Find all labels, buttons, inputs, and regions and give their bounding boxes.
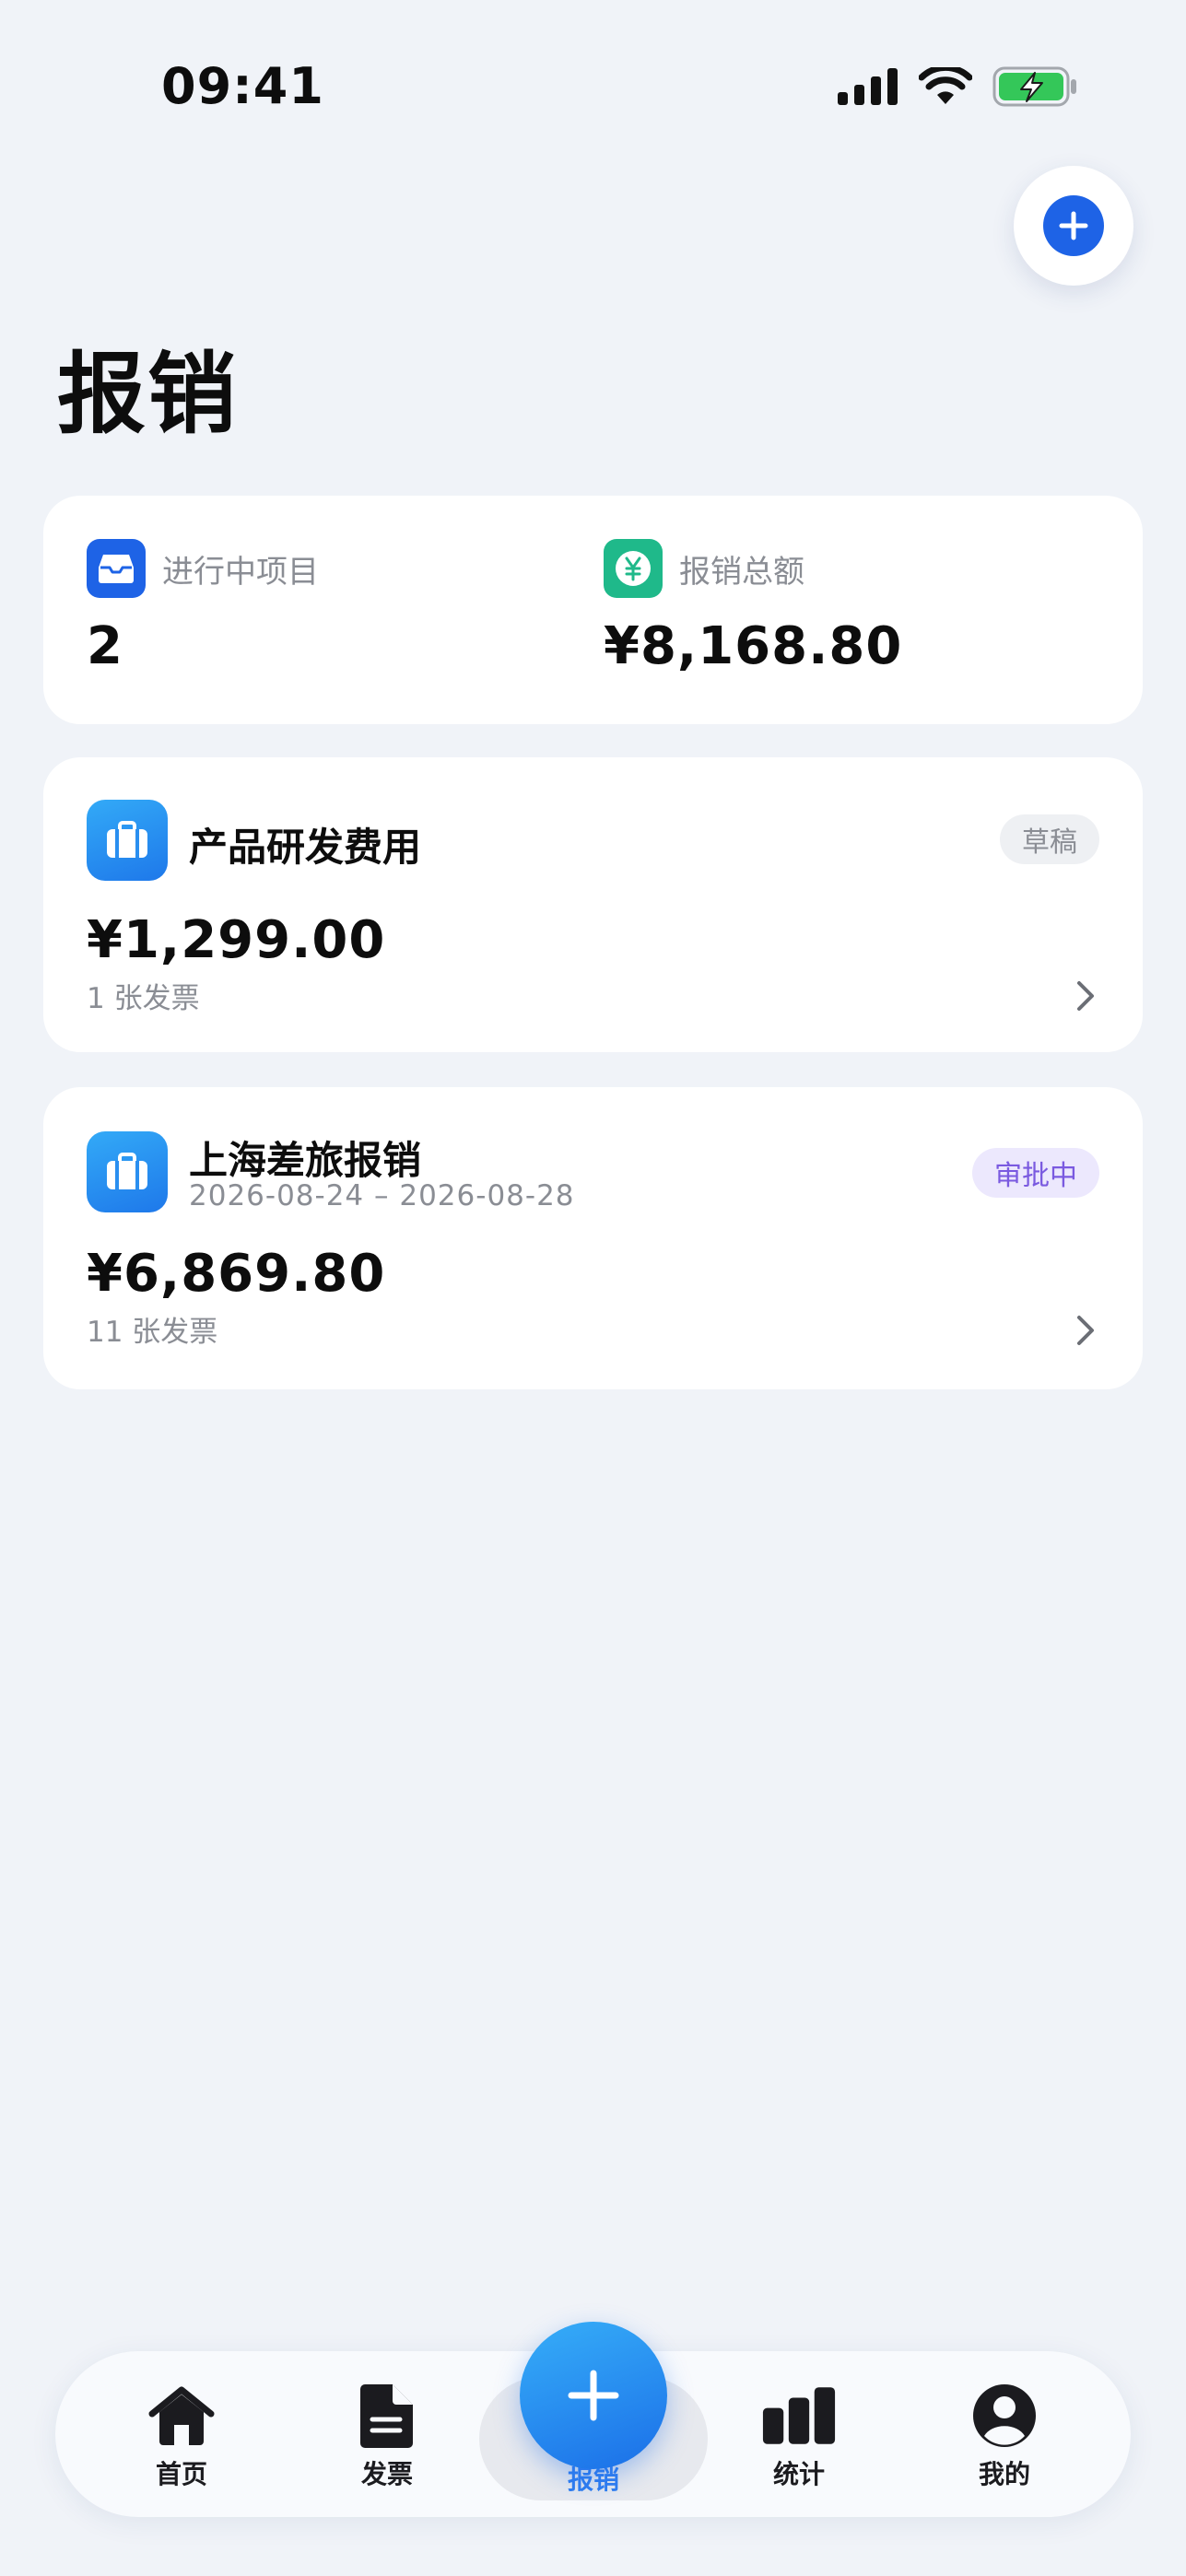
add-project-button[interactable] <box>1014 166 1133 286</box>
battery-charging-icon <box>992 66 1076 107</box>
project-name: 上海差旅报销 <box>189 1138 422 1183</box>
briefcase-icon <box>87 1131 168 1212</box>
summary-card: 进行中项目 2 报销总额 ¥8,168.80 <box>43 496 1143 724</box>
status-badge: 草稿 <box>1000 814 1099 864</box>
summary-in-progress: 进行中项目 2 <box>87 539 319 676</box>
briefcase-icon <box>87 800 168 881</box>
project-name: 产品研发费用 <box>189 825 422 870</box>
tab-invoices[interactable]: 发票 <box>313 2351 461 2517</box>
status-bar: 09:41 <box>0 0 1186 175</box>
tab-label: 首页 <box>155 2459 207 2489</box>
project-card[interactable]: 产品研发费用 草稿 ¥1,299.00 1 张发票 <box>43 757 1143 1052</box>
tab-home[interactable]: 首页 <box>108 2351 255 2517</box>
tab-label: 发票 <box>360 2459 413 2489</box>
plus-icon <box>568 2370 619 2421</box>
document-icon <box>350 2383 424 2449</box>
status-time: 09:41 <box>161 57 324 115</box>
invoice-count: 11 张发票 <box>87 1316 218 1349</box>
summary-total-value: ¥8,168.80 <box>604 616 903 676</box>
house-icon <box>145 2383 218 2449</box>
wifi-icon <box>919 67 972 104</box>
inbox-tray-icon <box>87 539 146 598</box>
tab-statistics[interactable]: 统计 <box>725 2351 873 2517</box>
tab-label: 统计 <box>772 2459 825 2489</box>
summary-total: 报销总额 ¥8,168.80 <box>604 539 902 676</box>
project-amount: ¥6,869.80 <box>87 1244 386 1304</box>
tab-label: 我的 <box>978 2459 1030 2489</box>
cellular-signal-icon <box>838 68 898 105</box>
person-icon <box>968 2383 1041 2449</box>
status-badge: 审批中 <box>972 1148 1099 1198</box>
plus-circle-icon <box>1043 195 1104 256</box>
status-icons <box>838 63 1077 111</box>
summary-in-progress-value: 2 <box>87 616 123 676</box>
project-card[interactable]: 上海差旅报销 2026-08-24 – 2026-08-28 审批中 ¥6,86… <box>43 1087 1143 1389</box>
summary-in-progress-label: 进行中项目 <box>162 553 319 591</box>
yen-coin-icon <box>604 539 663 598</box>
page-title: 报销 <box>57 343 238 446</box>
chevron-right-icon <box>1077 981 1094 1011</box>
project-amount: ¥1,299.00 <box>87 910 386 970</box>
chevron-right-icon <box>1077 1316 1094 1345</box>
project-dates: 2026-08-24 – 2026-08-28 <box>189 1179 575 1212</box>
summary-total-label: 报销总额 <box>679 553 804 591</box>
new-reimbursement-button[interactable] <box>520 2322 667 2469</box>
bar-chart-icon <box>762 2383 836 2449</box>
tab-profile[interactable]: 我的 <box>931 2351 1078 2517</box>
invoice-count: 1 张发票 <box>87 982 200 1015</box>
